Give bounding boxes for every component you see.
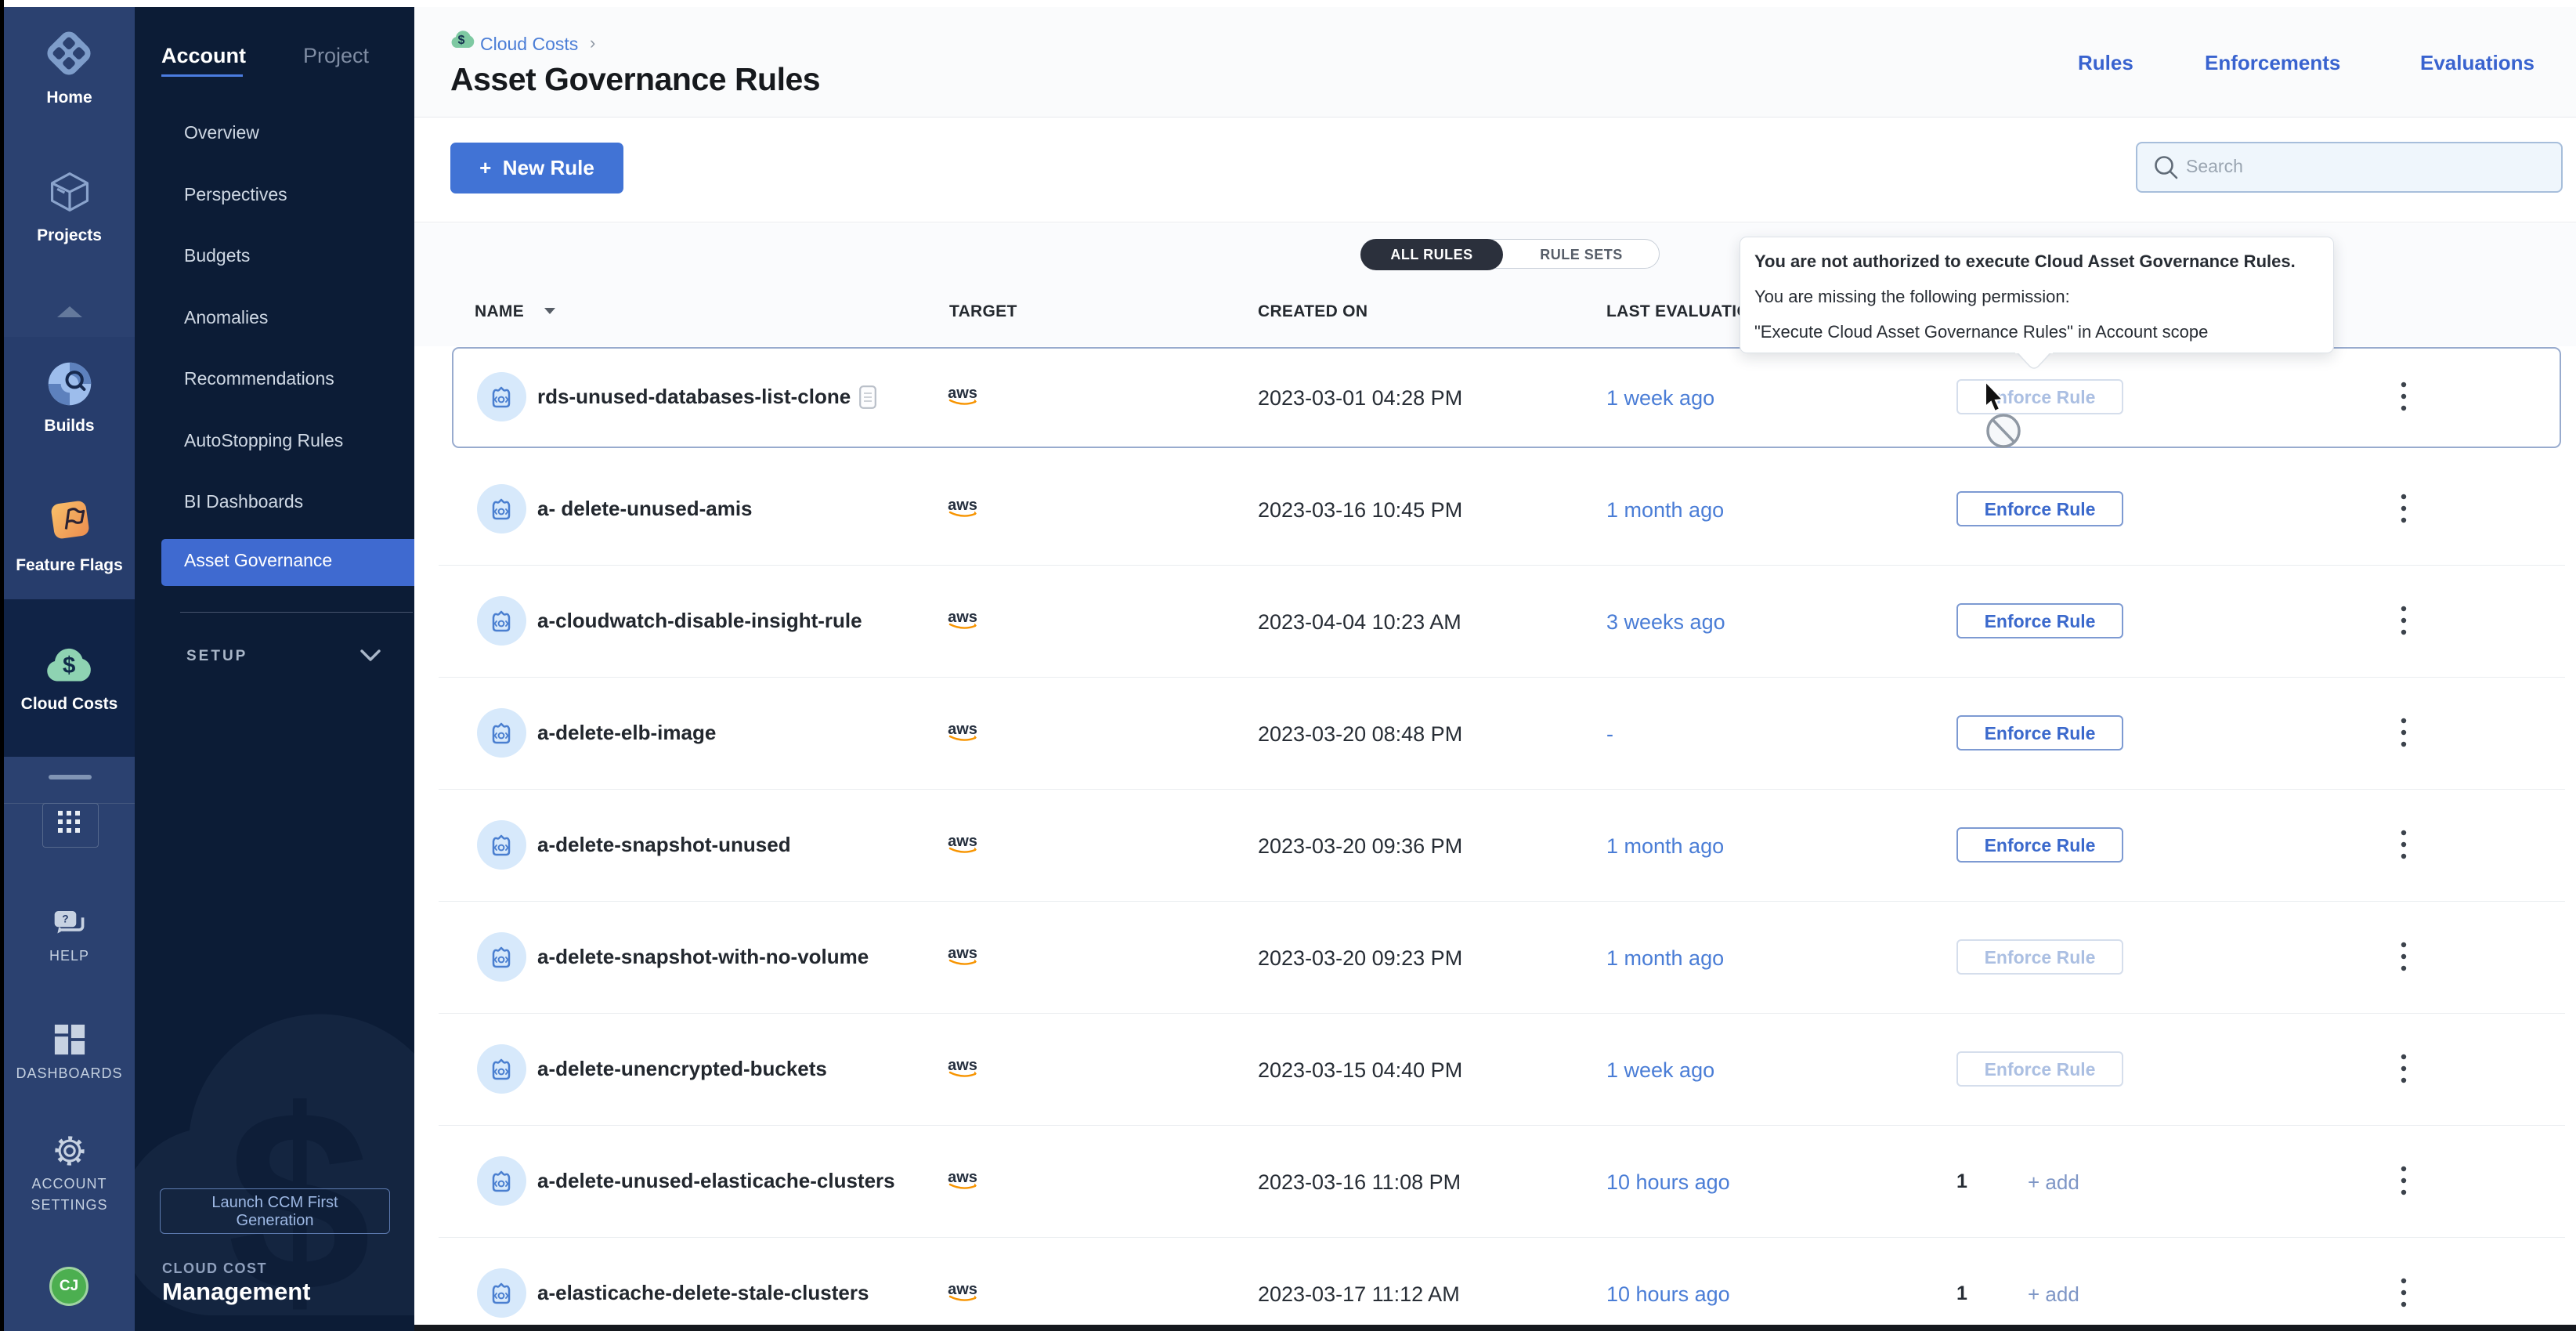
- svg-text:aws: aws: [948, 1057, 977, 1074]
- svg-text:$: $: [63, 653, 75, 678]
- svg-text:aws: aws: [948, 385, 977, 402]
- svg-text:aws: aws: [948, 945, 977, 962]
- svg-text:aws: aws: [948, 1281, 977, 1298]
- svg-text:aws: aws: [948, 833, 977, 850]
- svg-text:?: ?: [62, 913, 68, 925]
- svg-text:$: $: [458, 34, 465, 47]
- svg-text:aws: aws: [948, 721, 977, 738]
- svg-text:aws: aws: [948, 497, 977, 514]
- svg-text:aws: aws: [948, 1169, 977, 1186]
- svg-text:aws: aws: [948, 609, 977, 626]
